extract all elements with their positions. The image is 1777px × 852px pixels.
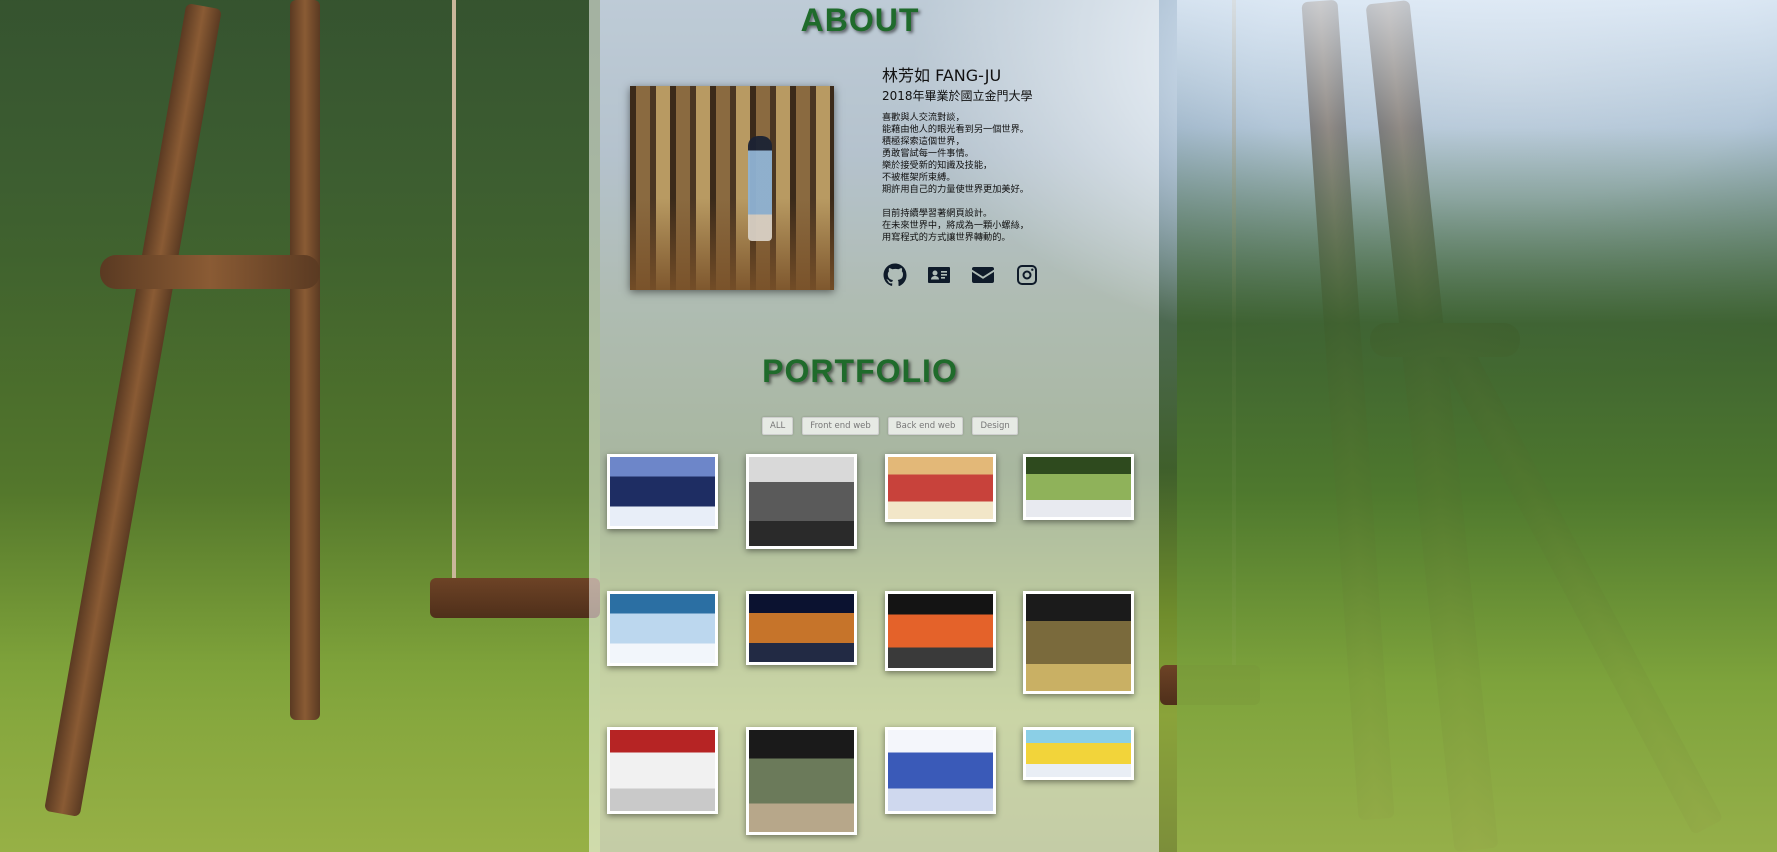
profile-name: 林芳如 FANG-JU — [882, 66, 1002, 85]
swing-seat-left — [430, 578, 600, 618]
bio-line: 能藉由他人的眼光看到另一個世界。 — [882, 124, 1029, 135]
swing-crossbar-left — [100, 255, 320, 289]
content-panel: ABOUT 林芳如 FANG-JU 2018年畢業於國立金門大學 喜歡與人交流對… — [589, 0, 1159, 852]
portfolio-thumbnail[interactable] — [607, 727, 718, 814]
bio-line: 在未來世界中，將成為一顆小螺絲， — [882, 220, 1029, 231]
thumbnail-preview — [1026, 457, 1131, 517]
portfolio-thumbnail[interactable] — [1023, 591, 1134, 694]
thumbnail-preview — [888, 457, 993, 519]
portfolio-title: PORTFOLIO — [762, 353, 958, 389]
id-card-icon[interactable] — [926, 262, 952, 288]
swing-rope-left — [452, 0, 456, 590]
portfolio-thumbnail[interactable] — [1023, 727, 1134, 780]
filter-design-button[interactable]: Design — [972, 417, 1018, 435]
bio-line: 不被框架所束縛。 — [882, 172, 956, 183]
thumbnail-preview — [888, 730, 993, 811]
swing-post-right-2 — [1365, 0, 1499, 852]
thumbnail-preview — [610, 730, 715, 811]
thumbnail-preview — [749, 730, 854, 832]
profile-figure — [748, 136, 772, 241]
bio-line: 喜歡與人交流對談， — [882, 112, 965, 123]
thumbnail-preview — [610, 594, 715, 663]
filter-all-button[interactable]: ALL — [762, 417, 794, 435]
portfolio-filters: ALL Front end web Back end web Design — [762, 417, 1018, 435]
envelope-icon[interactable] — [970, 262, 996, 288]
thumbnail-preview — [1026, 730, 1131, 777]
bio-line: 樂於接受新的知識及技能， — [882, 160, 993, 171]
thumbnail-preview — [749, 594, 854, 662]
thumbnail-preview — [749, 457, 854, 546]
social-links — [882, 262, 1040, 288]
portfolio-thumbnail[interactable] — [885, 591, 996, 671]
swing-seat-right — [1160, 665, 1260, 705]
about-title: ABOUT — [800, 2, 920, 38]
instagram-icon[interactable] — [1014, 262, 1040, 288]
profile-school: 2018年畢業於國立金門大學 — [882, 89, 1033, 103]
portfolio-thumbnail[interactable] — [746, 454, 857, 549]
filter-back-end-button[interactable]: Back end web — [887, 417, 964, 435]
portfolio-thumbnail[interactable] — [607, 591, 718, 666]
portfolio-thumbnail[interactable] — [746, 591, 857, 665]
swing-post-left-2 — [290, 0, 320, 720]
bio-line: 目前持續學習著網頁設計。 — [882, 208, 993, 219]
thumbnail-preview — [610, 457, 715, 526]
portfolio-thumbnail[interactable] — [607, 454, 718, 529]
thumbnail-preview — [888, 594, 993, 668]
swing-crossbar-right — [1370, 323, 1520, 357]
portfolio-thumbnail[interactable] — [885, 454, 996, 522]
swing-post-right-1 — [1301, 0, 1395, 821]
bio-line: 勇敢嘗試每一件事情。 — [882, 148, 974, 159]
bio-line: 積極探索這個世界， — [882, 136, 965, 147]
swing-post-left-1 — [44, 3, 222, 817]
swing-rope-right — [1232, 0, 1236, 680]
profile-photo — [630, 86, 834, 290]
swing-post-right-3 — [1430, 324, 1724, 836]
thumbnail-preview — [1026, 594, 1131, 691]
portfolio-thumbnail[interactable] — [746, 727, 857, 835]
bio-line: 用寫程式的方式讓世界轉動的。 — [882, 232, 1011, 243]
portfolio-thumbnail[interactable] — [1023, 454, 1134, 520]
github-icon[interactable] — [882, 262, 908, 288]
filter-front-end-button[interactable]: Front end web — [802, 417, 879, 435]
bio-spacer — [882, 196, 1122, 208]
portfolio-thumbnail[interactable] — [885, 727, 996, 814]
bio-line: 期許用自己的力量使世界更加美好。 — [882, 184, 1029, 195]
profile-bio: 喜歡與人交流對談， 能藉由他人的眼光看到另一個世界。 積極探索這個世界， 勇敢嘗… — [882, 112, 1122, 244]
